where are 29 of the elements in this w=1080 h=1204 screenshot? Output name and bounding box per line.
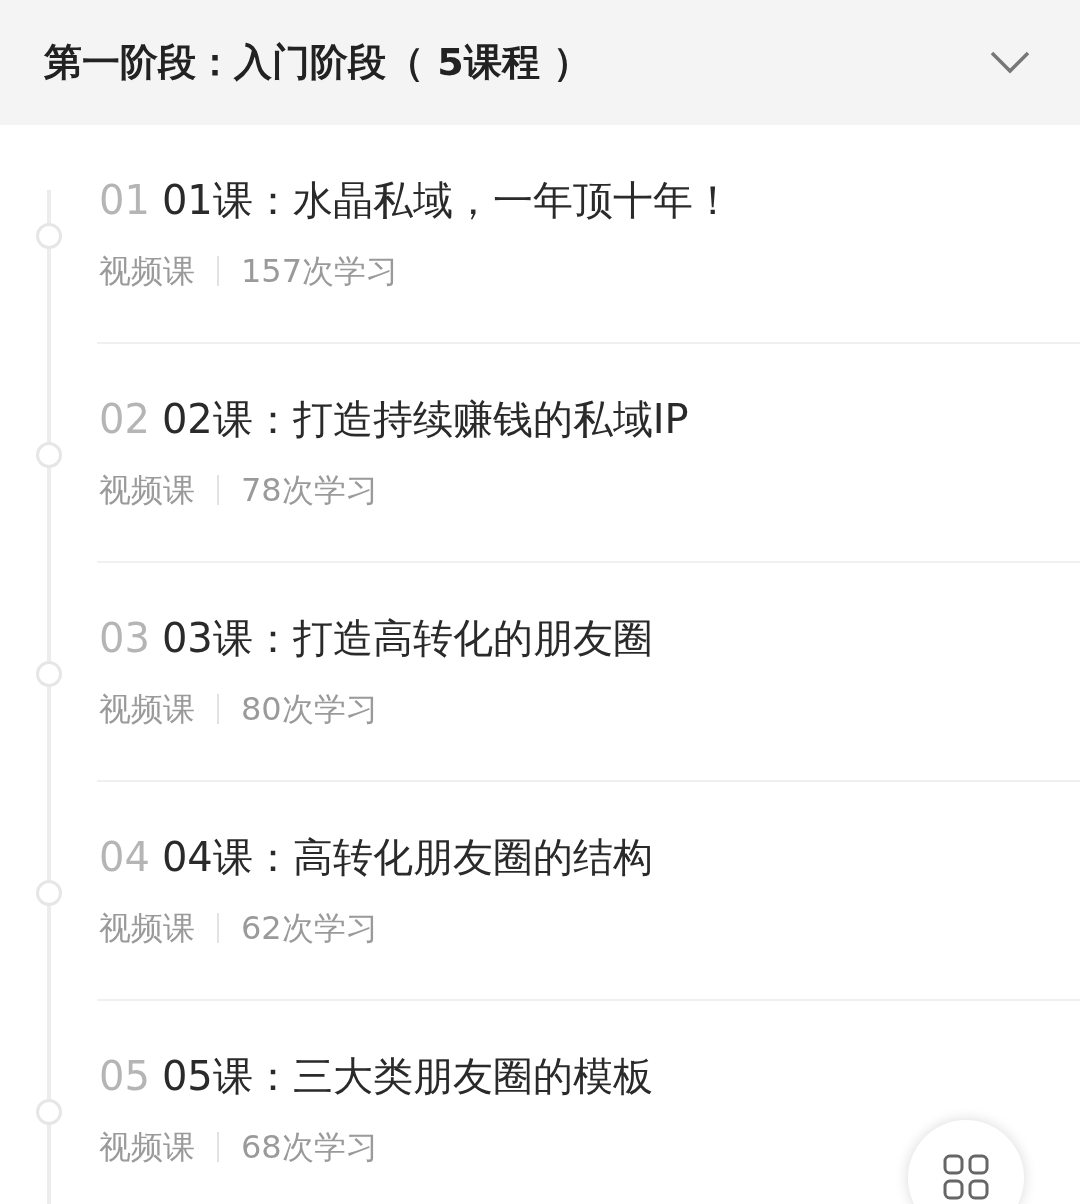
lesson-item[interactable]: 01 01课：水晶私域，一年顶十年！ 视频课 157次学习 bbox=[97, 125, 1080, 344]
catalog-button[interactable] bbox=[908, 1120, 1024, 1204]
lesson-number: 05 bbox=[99, 1052, 150, 1101]
lesson-item[interactable]: 03 03课：打造高转化的朋友圈 视频课 80次学习 bbox=[97, 563, 1080, 782]
lesson-item[interactable]: 04 04课：高转化朋友圈的结构 视频课 62次学习 bbox=[97, 782, 1080, 1001]
lesson-type: 视频课 bbox=[99, 908, 195, 949]
lesson-title: 03课：打造高转化的朋友圈 bbox=[161, 614, 653, 663]
section-header[interactable]: 第一阶段：入门阶段（ 5课程 ） bbox=[0, 0, 1080, 125]
lesson-type: 视频课 bbox=[99, 470, 195, 511]
study-count: 62次学习 bbox=[241, 908, 378, 949]
study-count: 78次学习 bbox=[241, 470, 378, 511]
lesson-type: 视频课 bbox=[99, 1127, 195, 1168]
study-count: 68次学习 bbox=[241, 1127, 378, 1168]
lesson-title: 02课：打造持续赚钱的私域IP bbox=[161, 395, 689, 444]
section-title: 第一阶段：入门阶段（ 5课程 ） bbox=[44, 39, 591, 86]
study-count: 80次学习 bbox=[241, 689, 378, 730]
lesson-title: 05课：三大类朋友圈的模板 bbox=[161, 1052, 653, 1101]
lesson-item[interactable]: 02 02课：打造持续赚钱的私域IP 视频课 78次学习 bbox=[97, 344, 1080, 563]
lesson-type: 视频课 bbox=[99, 689, 195, 730]
study-count: 157次学习 bbox=[241, 251, 399, 292]
lesson-title: 04课：高转化朋友圈的结构 bbox=[161, 833, 653, 882]
lesson-number: 04 bbox=[99, 833, 150, 882]
grid-icon bbox=[943, 1154, 989, 1200]
lesson-number: 01 bbox=[99, 176, 150, 225]
chevron-down-icon bbox=[990, 50, 1030, 75]
lesson-number: 03 bbox=[99, 614, 150, 663]
lesson-type: 视频课 bbox=[99, 251, 195, 292]
lesson-number: 02 bbox=[99, 395, 150, 444]
lesson-title: 01课：水晶私域，一年顶十年！ bbox=[161, 176, 733, 225]
